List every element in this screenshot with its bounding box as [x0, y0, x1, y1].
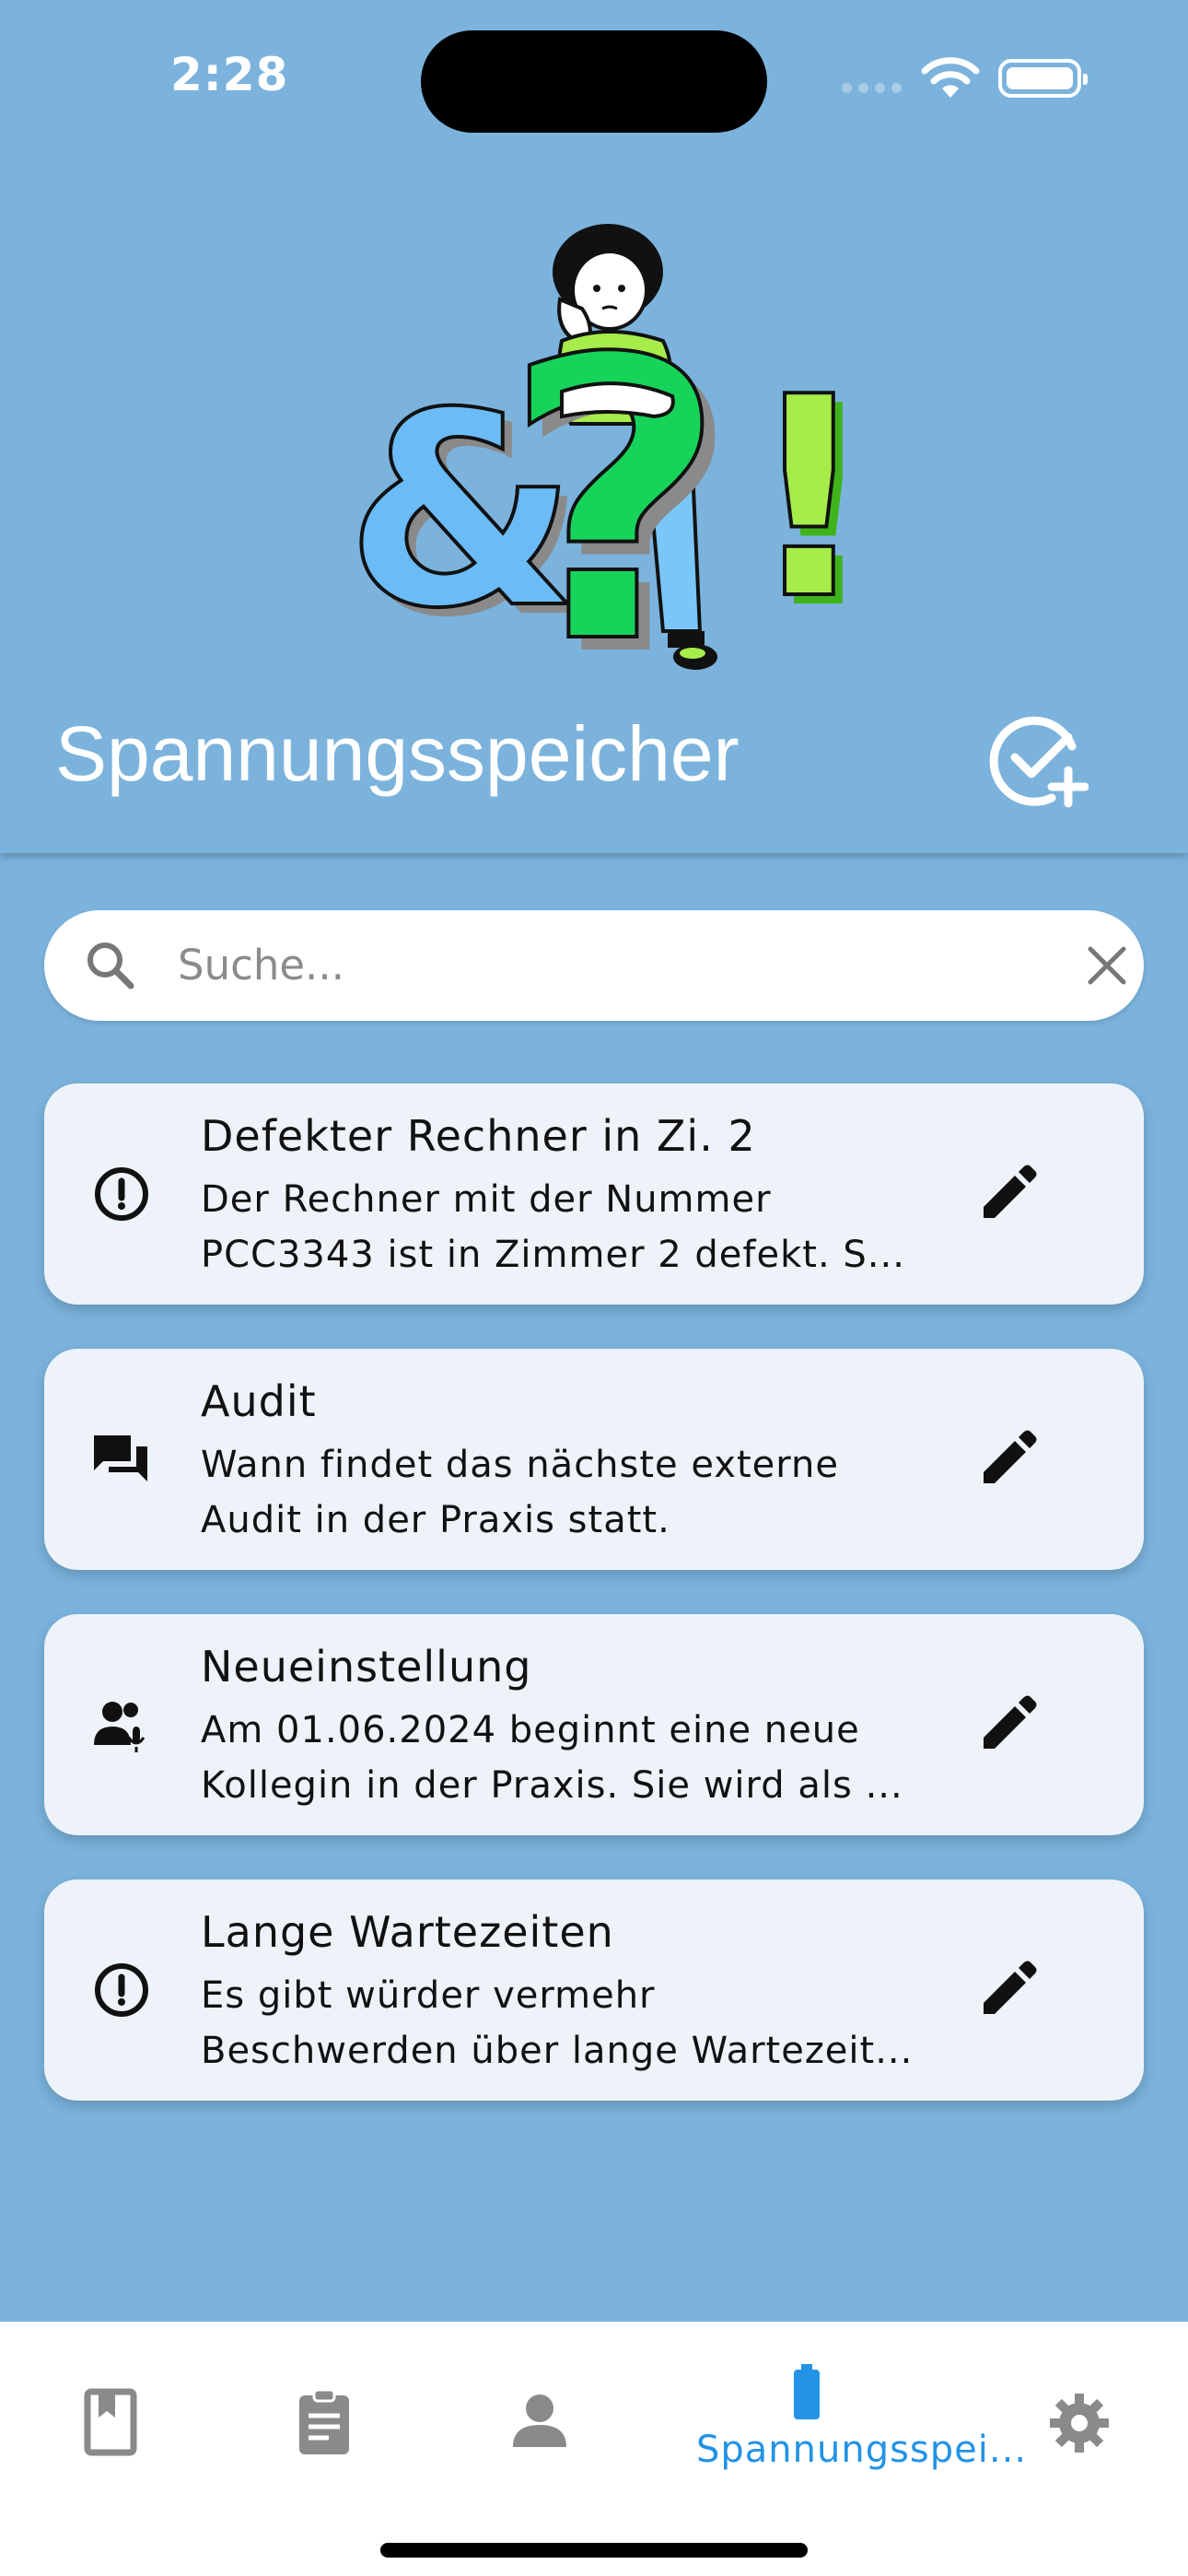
battery-icon	[794, 2364, 820, 2419]
item-title: Defekter Rechner in Zi. 2	[201, 1111, 756, 1161]
person-voice-icon	[94, 1702, 146, 1752]
edit-pencil-icon[interactable]	[974, 1957, 1041, 2023]
list-item[interactable]: Audit Wann findet das nächste externe Au…	[44, 1349, 1144, 1570]
item-title: Audit	[201, 1376, 317, 1426]
clear-search-icon[interactable]	[1079, 938, 1135, 993]
status-bar: 2:28	[0, 0, 1188, 138]
edit-pencil-icon[interactable]	[974, 1426, 1041, 1493]
page-title: Spannungsspeicher	[55, 710, 740, 797]
item-title: Neueinstellung	[201, 1642, 532, 1692]
item-description: Es gibt würder vermehr Beschwerden über …	[201, 1974, 914, 2072]
nav-item-spannungsspeicher[interactable]: Spannungsspei...	[696, 2359, 1028, 2471]
list-item[interactable]: Neueinstellung Am 01.06.2024 beginnt ein…	[44, 1614, 1144, 1835]
alert-circle-icon	[95, 1167, 148, 1221]
gear-icon	[1050, 2394, 1109, 2453]
list-item[interactable]: Defekter Rechner in Zi. 2 Der Rechner mi…	[44, 1083, 1144, 1305]
svg-text:?: ?	[503, 278, 728, 714]
svg-text:!: !	[746, 338, 856, 660]
edit-pencil-icon[interactable]	[974, 1161, 1041, 1227]
battery-status-icon	[998, 59, 1088, 98]
item-description: Der Rechner mit der Nummer PCC3343 ist i…	[201, 1178, 905, 1276]
item-description: Wann findet das nächste externe Audit in…	[201, 1444, 839, 1541]
home-indicator	[380, 2543, 808, 2558]
search-bar[interactable]: Suche...	[44, 910, 1144, 1021]
cellular-signal-icon	[842, 79, 908, 97]
check-add-icon[interactable]	[987, 709, 1089, 811]
nav-item-settings[interactable]	[969, 2359, 1188, 2469]
status-time: 2:28	[170, 48, 289, 101]
nav-label-active: Spannungsspei...	[696, 2429, 1028, 2471]
alert-circle-icon	[95, 1963, 148, 2017]
item-title: Lange Wartezeiten	[201, 1907, 614, 1957]
bottom-navigation: Spannungsspei...	[0, 2322, 1188, 2576]
edit-pencil-icon[interactable]	[974, 1692, 1041, 1758]
dynamic-island	[421, 30, 767, 133]
item-description: Am 01.06.2024 beginnt eine neue Kollegin…	[201, 1709, 903, 1807]
list-item[interactable]: Lange Wartezeiten Es gibt würder vermehr…	[44, 1879, 1144, 2101]
nav-item-book[interactable]	[0, 2359, 221, 2469]
wifi-icon	[921, 57, 980, 98]
search-input[interactable]: Suche...	[178, 938, 344, 993]
nav-item-clipboard[interactable]	[214, 2359, 435, 2469]
person-icon	[513, 2395, 566, 2447]
clipboard-icon	[299, 2388, 349, 2454]
bookmark-book-icon	[84, 2388, 137, 2456]
search-icon	[87, 943, 134, 989]
question-woman-illustration: & & ? ? ! !	[344, 224, 856, 714]
nav-item-profile[interactable]	[429, 2359, 650, 2469]
chat-bubbles-icon	[94, 1435, 147, 1481]
